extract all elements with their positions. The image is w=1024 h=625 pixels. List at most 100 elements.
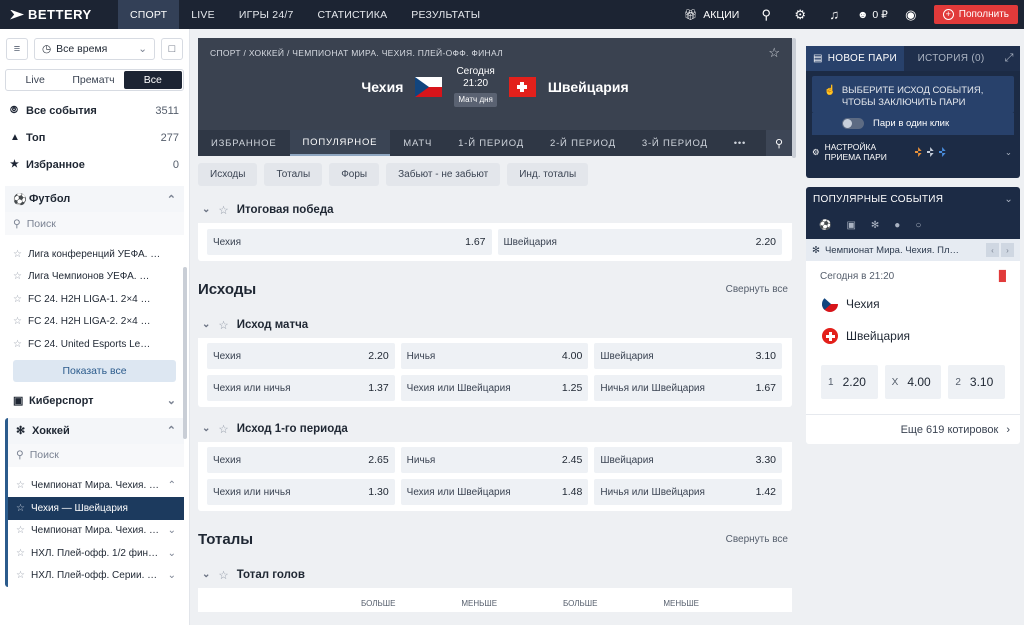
gear-icon[interactable]: ⚙ xyxy=(783,0,817,29)
tab-history[interactable]: ИСТОРИЯ (0) xyxy=(904,46,998,71)
sport-header-hockey[interactable]: ✻ Хоккей ⌃ xyxy=(8,417,184,444)
star-outline-icon[interactable]: ☆ xyxy=(218,203,228,217)
odd-button[interactable]: Чехия или Швейцария 1.25 xyxy=(400,375,589,401)
odd-button[interactable]: Чехия или ничья 1.37 xyxy=(207,375,395,401)
odd-button[interactable]: Чехия 2.65 xyxy=(207,447,395,473)
search-icon[interactable]: ⚲ xyxy=(766,130,792,156)
arrow-left-icon[interactable]: ‹ xyxy=(986,243,999,257)
odd-button[interactable]: Чехия или Швейцария 1.48 xyxy=(400,479,589,505)
chip-outcomes[interactable]: Исходы xyxy=(198,163,258,186)
market-title-row[interactable]: ⌄ ☆ Исход 1-го периода xyxy=(198,415,792,442)
mode-live[interactable]: Live xyxy=(6,70,64,90)
league-item[interactable]: ☆ FC 24. United Esports Le… xyxy=(5,333,184,356)
stats-bars-icon[interactable]: █ xyxy=(999,271,1006,282)
football-icon[interactable]: ⚽ xyxy=(819,220,831,231)
league-item[interactable]: ☆ Лига конференций УЕФА. … xyxy=(5,243,184,266)
league-item[interactable]: ☆ Чемпионат Мира. Чехия. … ⌃ xyxy=(8,475,184,498)
sidebar-scrollbar[interactable] xyxy=(183,267,187,439)
star-outline-icon[interactable]: ☆ xyxy=(16,525,25,536)
odd-button[interactable]: 1 2.20 xyxy=(821,365,878,399)
odd-button[interactable]: Чехия 2.20 xyxy=(207,343,395,369)
summary-all-events[interactable]: ⦾ Все события 3511 xyxy=(0,97,189,124)
league-item[interactable]: ☆ НХЛ. Плей-офф. 1/2 фин… ⌄ xyxy=(8,542,184,565)
odd-button[interactable]: Чехия или ничья 1.30 xyxy=(207,479,395,505)
brand-logo[interactable]: BETTERY xyxy=(0,7,118,22)
odd-button[interactable]: Швейцария 3.30 xyxy=(594,447,783,473)
accept-any-icon[interactable] xyxy=(926,147,934,157)
nav-sport[interactable]: СПОРТ xyxy=(118,0,180,29)
main-scrollbar[interactable] xyxy=(792,38,796,625)
summary-favorites[interactable]: ★ Избранное 0 xyxy=(0,151,189,178)
sport-header-esports[interactable]: ▣ Киберспорт ⌄ xyxy=(5,387,184,414)
league-item[interactable]: ☆ Лига Чемпионов УЕФА. … xyxy=(5,266,184,289)
popular-header[interactable]: ПОПУЛЯРНЫЕ СОБЫТИЯ ⌄ xyxy=(806,187,1020,211)
filter-settings-icon[interactable]: ≡ xyxy=(6,38,28,60)
chip-handicaps[interactable]: Форы xyxy=(329,163,380,186)
market-title-row[interactable]: ⌄ ☆ Тотал голов xyxy=(198,561,792,588)
scroll-thumb[interactable] xyxy=(792,38,796,158)
tab-favorites[interactable]: ИЗБРАННОЕ xyxy=(198,130,290,156)
chip-ind-totals[interactable]: Инд. тоталы xyxy=(507,163,589,186)
popular-league-name[interactable]: Чемпионат Мира. Чехия. Пл… xyxy=(825,245,959,256)
sport-header-football[interactable]: ⚽ Футбол ⌃ xyxy=(5,186,184,212)
market-title-row[interactable]: ⌄ ☆ Исход матча xyxy=(198,311,792,338)
nav-games[interactable]: ИГРЫ 24/7 xyxy=(227,0,306,29)
collapse-all-button[interactable]: Свернуть все xyxy=(726,284,788,295)
gamepad-icon[interactable]: ▣ xyxy=(846,220,855,231)
mode-prematch[interactable]: Прематч xyxy=(64,70,122,90)
league-item[interactable]: ☆ FC 24. H2H LIGA-1. 2×4 … xyxy=(5,288,184,311)
tennis-icon[interactable]: ● xyxy=(894,220,900,231)
nav-statistics[interactable]: СТАТИСТИКА xyxy=(306,0,400,29)
star-outline-icon[interactable]: ☆ xyxy=(13,271,22,282)
star-outline-icon[interactable]: ☆ xyxy=(218,318,228,332)
nav-results[interactable]: РЕЗУЛЬТАТЫ xyxy=(399,0,492,29)
star-outline-icon[interactable]: ☆ xyxy=(16,503,25,514)
odd-button[interactable]: Швейцария 3.10 xyxy=(594,343,783,369)
tab-period-2[interactable]: 2-Й ПЕРИОД xyxy=(537,130,629,156)
time-filter-select[interactable]: ◷ Все время ⌄ xyxy=(34,38,155,60)
star-outline-icon[interactable]: ☆ xyxy=(13,249,22,260)
star-outline-icon[interactable]: ☆ xyxy=(13,294,22,305)
collapse-all-button[interactable]: Свернуть все xyxy=(726,534,788,545)
star-outline-icon[interactable]: ☆ xyxy=(16,480,25,491)
league-item[interactable]: ☆ FC 24. H2H LIGA-2. 2×4 … xyxy=(5,311,184,334)
mode-all[interactable]: Все xyxy=(123,71,182,89)
hide-balance-icon[interactable]: ◉ xyxy=(894,0,928,29)
tab-more[interactable]: ••• xyxy=(721,130,759,156)
accept-up-icon[interactable] xyxy=(914,147,922,157)
one-click-toggle[interactable] xyxy=(842,118,864,129)
odd-button[interactable]: Ничья 2.45 xyxy=(400,447,589,473)
odd-button[interactable]: Ничья или Швейцария 1.67 xyxy=(594,375,783,401)
star-outline-icon[interactable]: ☆ xyxy=(16,570,25,581)
tab-popular[interactable]: ПОПУЛЯРНОЕ xyxy=(289,130,391,156)
search-icon[interactable]: ⚲ xyxy=(749,0,783,29)
tab-match[interactable]: МАТЧ xyxy=(390,130,445,156)
star-outline-icon[interactable]: ☆ xyxy=(218,568,228,582)
promo-button[interactable]: 🎁︎ АКЦИИ xyxy=(674,8,749,22)
chip-both-score[interactable]: Забьют - не забьют xyxy=(386,163,501,186)
tab-period-3[interactable]: 3-Й ПЕРИОД xyxy=(629,130,721,156)
bell-icon[interactable]: ♫ xyxy=(817,0,851,29)
favorite-star-icon[interactable]: ☆ xyxy=(768,45,780,61)
odd-button[interactable]: X 4.00 xyxy=(884,365,942,399)
league-item[interactable]: ☆ НХЛ. Плей-офф. Серии. … ⌄ xyxy=(8,565,184,588)
market-title-row[interactable]: ⌄ ☆ Итоговая победа xyxy=(198,196,792,223)
summary-top[interactable]: ▲ Топ 277 xyxy=(0,124,189,151)
more-odds-link[interactable]: Еще 619 котировок › xyxy=(806,414,1020,444)
league-item[interactable]: ☆ Чемпионат Мира. Чехия. … ⌄ xyxy=(8,520,184,543)
star-outline-icon[interactable]: ☆ xyxy=(218,422,228,436)
show-all-button[interactable]: Показать все xyxy=(13,359,176,382)
odd-button[interactable]: Ничья или Швейцария 1.42 xyxy=(594,479,783,505)
chip-totals[interactable]: Тоталы xyxy=(264,163,323,186)
odd-button[interactable]: Чехия 1.67 xyxy=(207,229,492,255)
hockey-search-input[interactable]: ⚲ Поиск xyxy=(8,443,184,467)
nav-live[interactable]: LIVE xyxy=(179,0,227,29)
accept-down-icon[interactable] xyxy=(938,147,946,157)
odd-button[interactable]: Ничья 4.00 xyxy=(400,343,589,369)
odd-button[interactable]: 2 3.10 xyxy=(948,365,1006,399)
tab-period-1[interactable]: 1-Й ПЕРИОД xyxy=(445,130,537,156)
tab-new-bet[interactable]: ▤ НОВОЕ ПАРИ xyxy=(806,46,905,71)
deposit-button[interactable]: + Пополнить xyxy=(933,5,1018,24)
arrow-right-icon[interactable]: › xyxy=(1001,243,1014,257)
league-item-selected[interactable]: ☆ Чехия — Швейцария xyxy=(8,497,184,520)
